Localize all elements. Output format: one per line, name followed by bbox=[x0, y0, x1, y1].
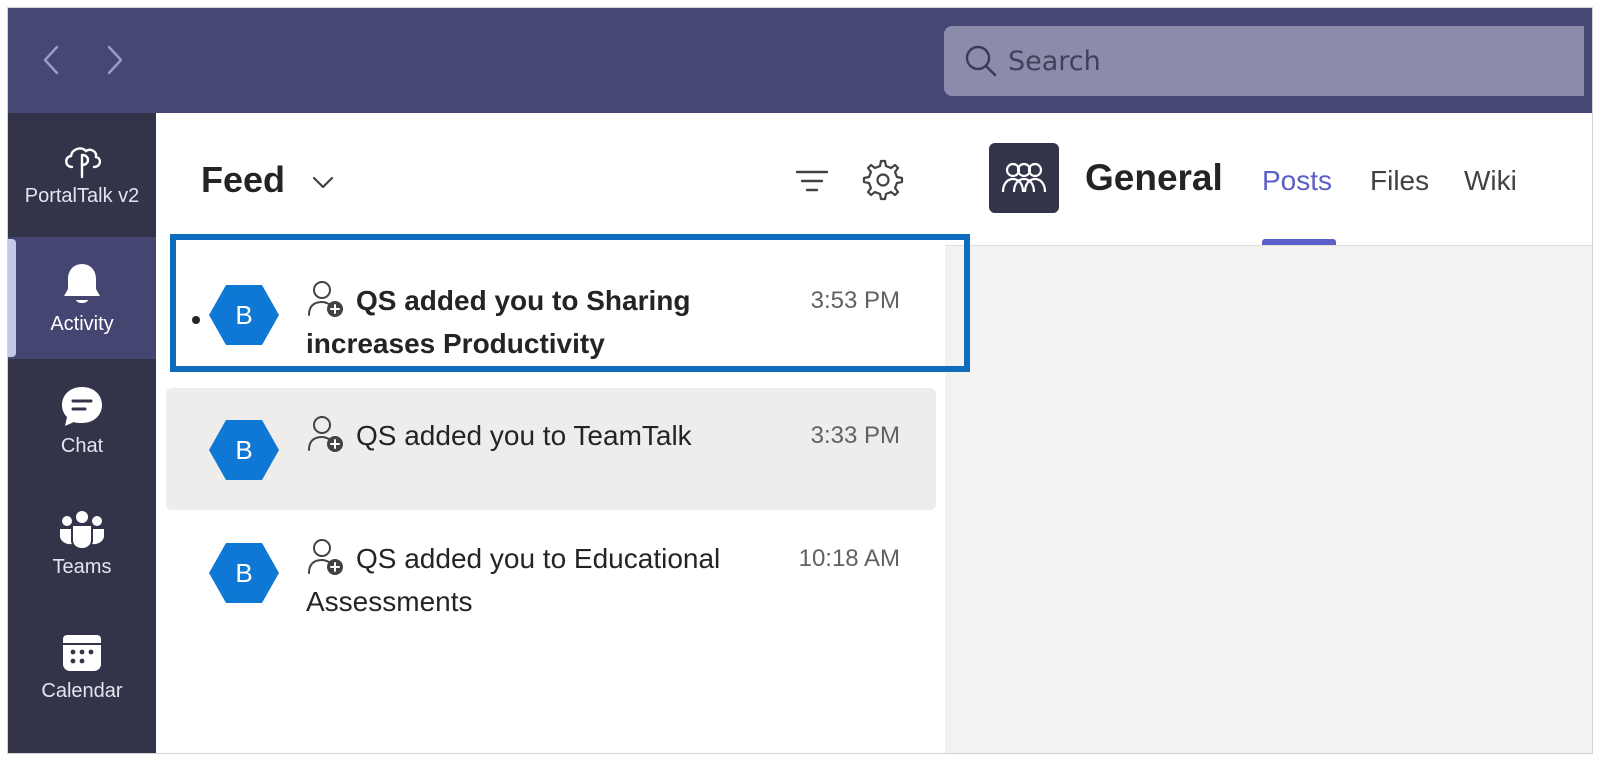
calendar-icon bbox=[63, 634, 101, 671]
chat-icon bbox=[62, 386, 102, 426]
feed-item-text: QS added you to TeamTalk bbox=[356, 420, 692, 451]
cloud-app-icon bbox=[65, 146, 102, 178]
chevron-left-icon bbox=[43, 45, 59, 75]
filter-icon[interactable] bbox=[794, 163, 830, 199]
feed-item-text: QS added you to Sharing increases Produc… bbox=[306, 285, 691, 359]
team-avatar[interactable] bbox=[989, 143, 1059, 213]
avatar-initial: B bbox=[235, 557, 253, 588]
rail-item-label: Calendar bbox=[41, 679, 123, 702]
feed-item-time: 10:18 AM bbox=[798, 545, 900, 572]
rail-item-chat[interactable]: Chat bbox=[8, 360, 156, 482]
teams-icon bbox=[60, 510, 104, 548]
app-rail: PortalTalk v2 Activity Chat Teams Calend… bbox=[8, 113, 156, 753]
tab-wiki[interactable]: Wiki bbox=[1464, 165, 1517, 197]
channel-title: General bbox=[1085, 157, 1223, 198]
feed-title[interactable]: Feed bbox=[201, 159, 285, 201]
forward-button[interactable] bbox=[100, 42, 130, 78]
search-box[interactable] bbox=[944, 26, 1584, 96]
rail-item-label: Teams bbox=[52, 555, 112, 578]
unread-indicator bbox=[192, 316, 200, 324]
feed-item-text: QS added you to Educational Assessments bbox=[306, 543, 721, 617]
tab-posts[interactable]: Posts bbox=[1262, 165, 1332, 197]
search-icon bbox=[965, 45, 997, 77]
chevron-down-icon[interactable] bbox=[308, 167, 338, 197]
list-item[interactable]: B QS added you to Educational Assessment… bbox=[166, 511, 936, 641]
search-input[interactable] bbox=[1008, 26, 1568, 96]
bell-icon bbox=[64, 263, 100, 303]
chevron-right-icon bbox=[107, 45, 123, 75]
gear-icon[interactable] bbox=[862, 159, 904, 201]
top-bar bbox=[8, 8, 1592, 113]
feed-item-time: 3:33 PM bbox=[810, 422, 900, 449]
avatar-initial: B bbox=[235, 299, 253, 330]
active-tab-indicator bbox=[1262, 239, 1336, 245]
rail-item-activity[interactable]: Activity bbox=[8, 237, 156, 359]
tab-files[interactable]: Files bbox=[1370, 165, 1429, 197]
list-item[interactable]: B QS added you to TeamTalk 3:33 PM bbox=[166, 388, 936, 510]
rail-item-label: Chat bbox=[60, 434, 104, 457]
activity-feed-panel: Feed B QS added you to Sharing increases… bbox=[156, 113, 945, 753]
rail-item-label: PortalTalk v2 bbox=[24, 184, 140, 207]
channel-header: General Posts Files Wiki bbox=[945, 113, 1592, 246]
people-group-icon bbox=[1001, 162, 1047, 193]
rail-item-portaltalk[interactable]: PortalTalk v2 bbox=[8, 113, 156, 235]
rail-item-label: Activity bbox=[50, 312, 114, 335]
back-button[interactable] bbox=[36, 42, 66, 78]
channel-panel: General Posts Files Wiki bbox=[945, 113, 1592, 753]
rail-item-calendar[interactable]: Calendar bbox=[8, 606, 156, 728]
teams-window: PortalTalk v2 Activity Chat bbox=[7, 7, 1593, 754]
feed-item-time: 3:53 PM bbox=[810, 287, 900, 314]
list-item[interactable]: B QS added you to Sharing increases Prod… bbox=[166, 239, 936, 377]
avatar-initial: B bbox=[235, 434, 253, 465]
rail-item-teams[interactable]: Teams bbox=[8, 483, 156, 605]
